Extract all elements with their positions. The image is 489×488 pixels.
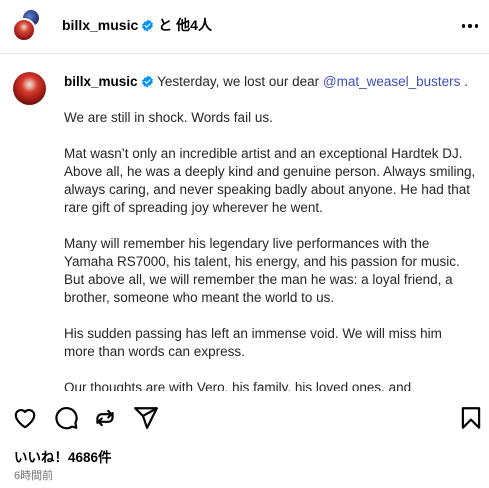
verified-badge-icon (142, 19, 154, 32)
caption-paragraph: We are still in shock. Words fail us. (64, 110, 273, 125)
author-avatar (12, 18, 36, 42)
repost-icon[interactable] (92, 405, 118, 431)
verified-badge-icon (141, 75, 153, 88)
caption-paragraph: Many will remember his legendary live pe… (64, 236, 460, 305)
caption-paragraph: His sudden passing has left an immense v… (64, 326, 442, 359)
caption-paragraph: Our thoughts are with Vero, his family, … (64, 380, 412, 391)
header-divider (0, 53, 489, 54)
mention-link[interactable]: @mat_weasel_busters (323, 74, 461, 89)
caption-username[interactable]: billx_music (64, 74, 138, 89)
caption-intro-end: . (460, 74, 468, 89)
heart-icon[interactable] (12, 405, 38, 431)
comment-icon[interactable] (53, 405, 79, 431)
collab-avatar-stack[interactable] (12, 8, 42, 42)
caption-paragraph: Mat wasn’t only an incredible artist and… (64, 146, 476, 215)
collaborators-link[interactable]: と 他4人 (158, 17, 212, 33)
post-timestamp[interactable]: 6時間前 (14, 467, 53, 483)
bookmark-icon[interactable] (458, 405, 484, 431)
send-icon[interactable] (133, 405, 159, 431)
caption-intro-text: Yesterday, we lost our dear (157, 74, 323, 89)
header-username[interactable]: billx_music (62, 17, 138, 33)
more-horizontal-icon[interactable] (458, 14, 482, 38)
header-author: billx_music と 他4人 (62, 15, 212, 35)
caption-intro: billx_music Yesterday, we lost our dear … (64, 73, 479, 91)
caption-avatar[interactable] (13, 72, 46, 105)
post-header: billx_music と 他4人 (0, 0, 489, 50)
action-bar (0, 402, 489, 432)
like-count[interactable]: いいね！4686件 (14, 446, 112, 466)
